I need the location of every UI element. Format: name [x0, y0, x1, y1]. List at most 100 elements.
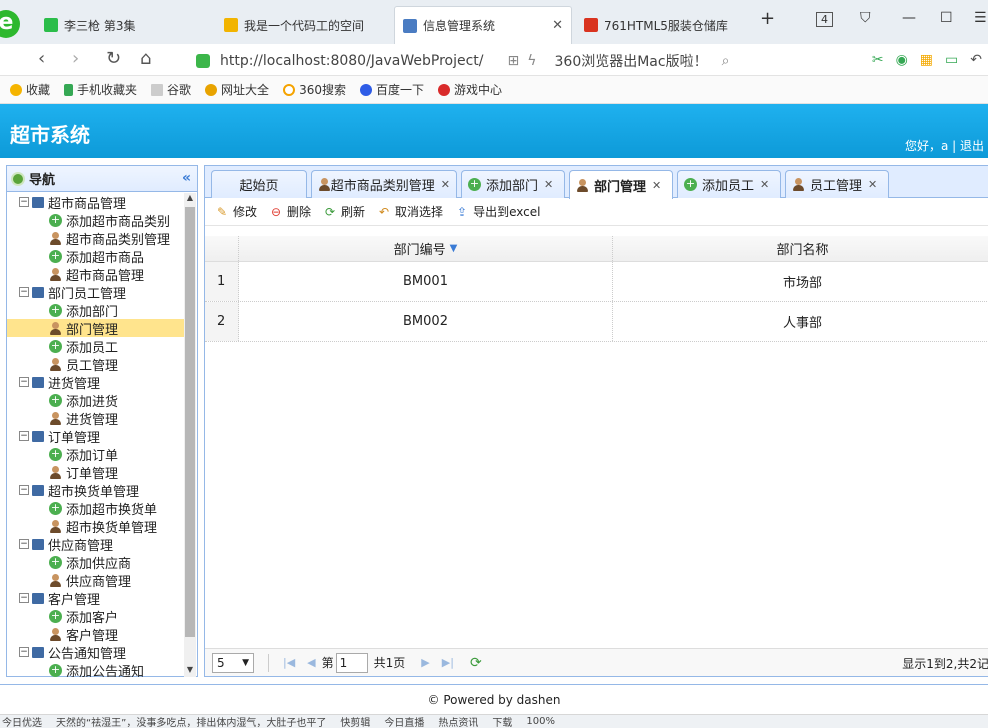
- collapse-toggle-icon[interactable]: −: [19, 647, 29, 657]
- tab-close-icon[interactable]: ✕: [544, 178, 553, 191]
- tree-item[interactable]: 部门管理: [7, 319, 185, 338]
- status-item[interactable]: 今日优选: [2, 715, 42, 728]
- tree-item[interactable]: 超市商品类别管理: [7, 229, 185, 248]
- tree-item[interactable]: 超市换货单管理: [7, 517, 185, 536]
- page-number-input[interactable]: 1: [335, 652, 368, 673]
- status-item[interactable]: 天然的“祛湿王”，没事多吃点，排出体内湿气，大肚子也平了: [56, 715, 326, 728]
- browser-tab-2[interactable]: 我是一个代码工的空间: [216, 6, 392, 44]
- tree-group[interactable]: − 订单管理: [7, 427, 185, 446]
- tab-home[interactable]: 起始页: [211, 170, 307, 198]
- tree-item[interactable]: + 添加订单: [7, 445, 185, 464]
- search-icon[interactable]: ⌕: [722, 53, 730, 69]
- collapse-toggle-icon[interactable]: −: [19, 287, 29, 297]
- status-item[interactable]: 热点资讯: [438, 715, 478, 728]
- bookmark-favorites[interactable]: 收藏: [10, 81, 50, 98]
- tab-close-icon[interactable]: ✕: [760, 178, 769, 191]
- tree-group[interactable]: − 超市换货单管理: [7, 481, 185, 500]
- bookmark-sites[interactable]: 网址大全: [205, 81, 269, 98]
- collapse-toggle-icon[interactable]: −: [19, 431, 29, 441]
- collapse-toggle-icon[interactable]: −: [19, 485, 29, 495]
- bookmark-baidu[interactable]: 百度一下: [359, 81, 424, 98]
- tab-close-icon[interactable]: ✕: [441, 178, 450, 191]
- menu-icon[interactable]: ☰: [974, 10, 987, 26]
- battery-icon[interactable]: ▭: [945, 52, 958, 68]
- tree-item[interactable]: + 添加部门: [7, 301, 185, 320]
- tree-group[interactable]: − 供应商管理: [7, 535, 185, 554]
- collapse-toggle-icon[interactable]: −: [19, 539, 29, 549]
- tree-item[interactable]: 员工管理: [7, 355, 185, 374]
- tree-item[interactable]: + 添加公告通知: [7, 661, 185, 677]
- prev-page-icon[interactable]: ◀: [307, 656, 315, 669]
- minimize-icon[interactable]: —: [902, 10, 916, 26]
- tab-add-employee[interactable]: + 添加员工 ✕: [677, 170, 781, 198]
- next-page-icon[interactable]: ▶: [421, 656, 429, 669]
- page-size-select[interactable]: 5 ▼: [212, 652, 254, 673]
- tab-count-badge[interactable]: 4: [816, 12, 833, 27]
- browser-tab-1[interactable]: 李三枪 第3集: [36, 6, 216, 44]
- scissors-icon[interactable]: ✂: [872, 52, 884, 68]
- first-page-icon[interactable]: |◀: [283, 656, 295, 669]
- column-header-code[interactable]: 部门编号 ▼: [239, 236, 613, 261]
- tree-item[interactable]: 订单管理: [7, 463, 185, 482]
- collapse-toggle-icon[interactable]: −: [19, 377, 29, 387]
- tree-item[interactable]: 客户管理: [7, 625, 185, 644]
- grid-icon[interactable]: ⊞: [508, 53, 520, 69]
- flash-icon[interactable]: ϟ: [527, 53, 536, 69]
- bookmark-360search[interactable]: 360搜索: [283, 81, 346, 98]
- tree-group[interactable]: − 公告通知管理: [7, 643, 185, 662]
- close-tab-icon[interactable]: ✕: [544, 18, 563, 33]
- export-excel-button[interactable]: ⇪ 导出到excel: [455, 203, 540, 220]
- shirt-icon[interactable]: ⛉: [860, 10, 871, 26]
- apps-icon[interactable]: ▦: [920, 52, 933, 68]
- new-tab-button[interactable]: +: [760, 8, 775, 29]
- cancel-select-button[interactable]: ↶ 取消选择: [377, 203, 443, 220]
- tree-item[interactable]: + 添加进货: [7, 391, 185, 410]
- tab-close-icon[interactable]: ✕: [652, 179, 661, 192]
- pager-refresh-icon[interactable]: ⟳: [470, 655, 482, 671]
- back-icon[interactable]: ‹: [38, 48, 45, 69]
- collapse-toggle-icon[interactable]: −: [19, 197, 29, 207]
- browser-tab-4[interactable]: 761HTML5服装仓储库: [576, 6, 752, 44]
- zoom-level[interactable]: 100%: [526, 716, 555, 727]
- refresh-button[interactable]: ⟳ 刷新: [323, 203, 365, 220]
- tree-item[interactable]: + 添加超市商品类别: [7, 211, 185, 230]
- tab-add-department[interactable]: + 添加部门 ✕: [461, 170, 565, 198]
- tab-department-manage[interactable]: 部门管理 ✕: [569, 170, 673, 199]
- delete-button[interactable]: ⊖ 删除: [269, 203, 311, 220]
- translate-icon[interactable]: ◉: [896, 52, 908, 68]
- tree-group[interactable]: − 超市商品管理: [7, 193, 185, 212]
- scrollbar-thumb[interactable]: [185, 207, 195, 637]
- tree-item[interactable]: + 添加员工: [7, 337, 185, 356]
- tab-category-manage[interactable]: 超市商品类别管理 ✕: [311, 170, 457, 198]
- tree-item[interactable]: 超市商品管理: [7, 265, 185, 284]
- status-item[interactable]: 今日直播: [384, 715, 424, 728]
- collapse-icon[interactable]: «: [182, 170, 191, 186]
- bookmark-games[interactable]: 游戏中心: [437, 81, 502, 98]
- bookmark-mobile[interactable]: 手机收藏夹: [64, 81, 137, 98]
- tree-group[interactable]: − 部门员工管理: [7, 283, 185, 302]
- user-greeting[interactable]: 您好，a | 退出: [905, 137, 984, 154]
- tree-item[interactable]: 进货管理: [7, 409, 185, 428]
- search-hint[interactable]: 360浏览器出Mac版啦！: [555, 51, 708, 71]
- reload-icon[interactable]: ↻: [106, 48, 121, 69]
- table-row[interactable]: 2 BM002 人事部: [205, 302, 988, 342]
- column-header-name[interactable]: 部门名称: [613, 236, 988, 261]
- tab-close-icon[interactable]: ✕: [868, 178, 877, 191]
- forward-icon[interactable]: ›: [72, 48, 79, 69]
- undo-icon[interactable]: ↶: [970, 52, 982, 68]
- scroll-down-icon[interactable]: ▼: [184, 665, 196, 677]
- tab-employee-manage[interactable]: 员工管理 ✕: [785, 170, 889, 198]
- tree-item[interactable]: + 添加超市商品: [7, 247, 185, 266]
- scroll-up-icon[interactable]: ▲: [184, 193, 196, 205]
- last-page-icon[interactable]: ▶|: [442, 656, 454, 669]
- tree-item[interactable]: + 添加客户: [7, 607, 185, 626]
- table-row[interactable]: 1 BM001 市场部: [205, 262, 988, 302]
- bookmark-google[interactable]: 谷歌: [151, 81, 191, 98]
- maximize-icon[interactable]: ☐: [940, 10, 953, 26]
- nav-scrollbar[interactable]: ▲ ▼: [184, 193, 196, 677]
- tree-group[interactable]: − 进货管理: [7, 373, 185, 392]
- browser-tab-3-active[interactable]: 信息管理系统 ✕: [394, 6, 572, 44]
- tree-item[interactable]: 供应商管理: [7, 571, 185, 590]
- tree-item[interactable]: + 添加超市换货单: [7, 499, 185, 518]
- edit-button[interactable]: ✎ 修改: [215, 203, 257, 220]
